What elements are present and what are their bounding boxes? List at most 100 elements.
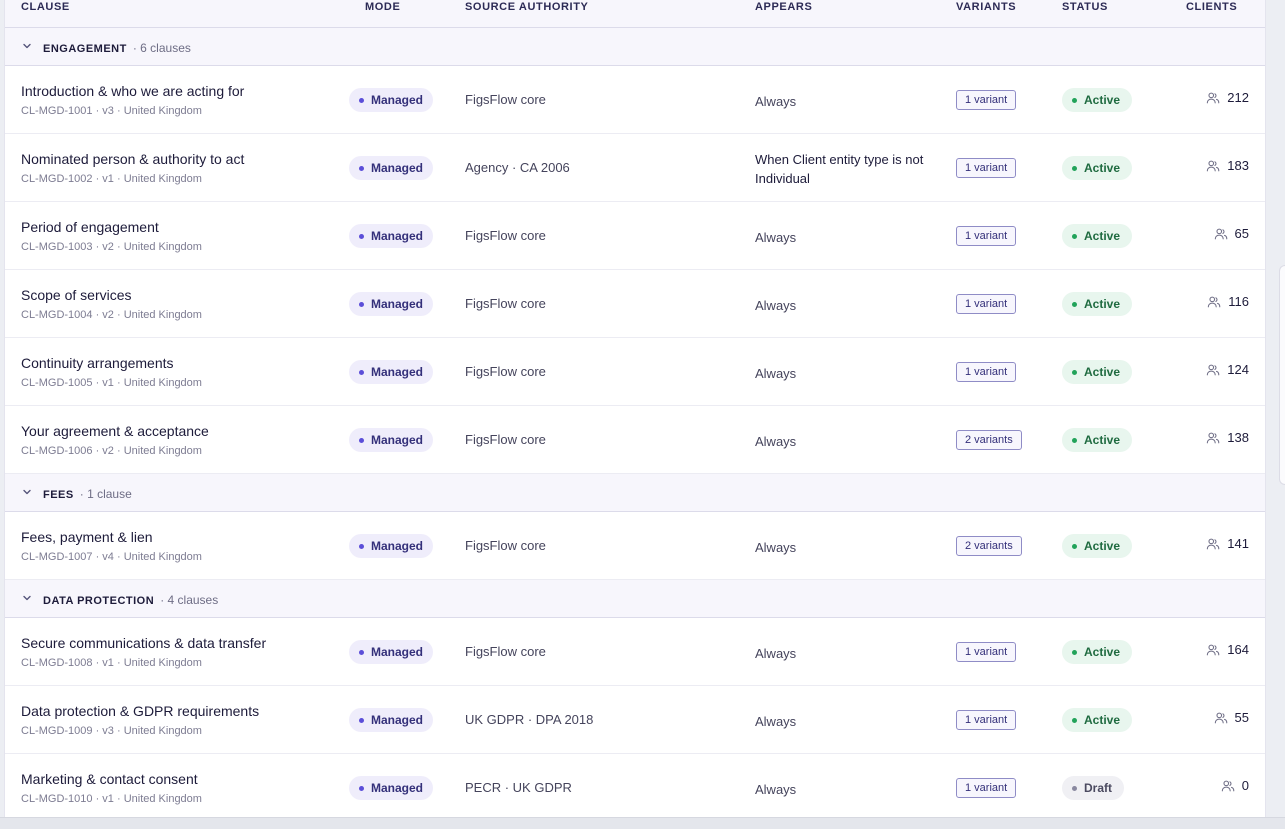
clients-count: 183 [1206, 158, 1249, 173]
table-row[interactable]: Data protection & GDPR requirements CL-MG… [5, 686, 1265, 754]
clause-meta: CL-MGD-1004 · v2 · United Kingdom [21, 309, 202, 321]
users-icon [1207, 644, 1220, 655]
col-header-appears[interactable]: APPEARS [755, 0, 812, 14]
users-icon [1207, 92, 1220, 103]
group-header-2[interactable]: DATA PROTECTION · 4 clauses [5, 580, 1265, 618]
mode-badge: Managed [349, 534, 434, 558]
clause-title[interactable]: Nominated person & authority to act [21, 151, 244, 167]
horizontal-scrollbar[interactable] [0, 817, 1285, 829]
col-header-source[interactable]: SOURCE AUTHORITY [465, 0, 588, 14]
clients-count: 0 [1221, 778, 1249, 793]
clients-count: 164 [1206, 642, 1249, 657]
col-header-clients[interactable]: CLIENTS [1186, 0, 1237, 14]
clause-meta: CL-MGD-1005 · v1 · United Kingdom [21, 377, 202, 389]
appears-rule: Always [755, 230, 797, 245]
variants-badge[interactable]: 1 variant [956, 778, 1017, 798]
appears-rule: Always [755, 540, 797, 555]
table-row[interactable]: Nominated person & authority to act CL-MG… [5, 134, 1265, 202]
table-row[interactable]: Scope of services CL-MGD-1004 · v2 · Unit… [5, 270, 1265, 338]
clients-count: 138 [1206, 430, 1249, 445]
table-header: CLAUSE MODE SOURCE AUTHORITY APPEARS VAR… [5, 0, 1265, 28]
clause-title[interactable]: Introduction & who we are acting for [21, 83, 244, 99]
clients-count: 116 [1207, 294, 1249, 309]
mode-badge: Managed [349, 156, 434, 180]
clause-meta: CL-MGD-1001 · v3 · United Kingdom [21, 105, 202, 117]
variants-badge[interactable]: 2 variants [956, 536, 1022, 556]
col-header-mode[interactable]: MODE [365, 0, 400, 14]
source-authority: FigsFlow core [465, 296, 546, 311]
clients-count: 65 [1214, 226, 1249, 241]
users-icon [1208, 296, 1221, 307]
col-header-clause[interactable]: CLAUSE [21, 0, 70, 14]
table-row[interactable]: Continuity arrangements CL-MGD-1005 · v1 … [5, 338, 1265, 406]
clause-title[interactable]: Data protection & GDPR requirements [21, 703, 259, 719]
table-row[interactable]: Secure communications & data transfer CL-… [5, 618, 1265, 686]
clause-title[interactable]: Continuity arrangements [21, 355, 174, 371]
mode-badge: Managed [349, 360, 434, 384]
table-row[interactable]: Marketing & contact consent CL-MGD-1010 ·… [5, 754, 1265, 817]
source-authority: UK GDPR · DPA 2018 [465, 712, 594, 727]
status-badge: Active [1062, 292, 1133, 316]
appears-rule: Always [755, 434, 797, 449]
chevron-down-icon[interactable] [21, 486, 33, 498]
variants-badge[interactable]: 1 variant [956, 158, 1017, 178]
group-header-1[interactable]: FEES · 1 clause [5, 474, 1265, 512]
mode-badge: Managed [349, 640, 434, 664]
clause-meta: CL-MGD-1010 · v1 · United Kingdom [21, 793, 202, 805]
clients-count: 212 [1206, 90, 1249, 105]
status-badge: Active [1062, 224, 1133, 248]
variants-badge[interactable]: 1 variant [956, 710, 1017, 730]
source-authority: FigsFlow core [465, 364, 546, 379]
table-row[interactable]: Your agreement & acceptance CL-MGD-1006 ·… [5, 406, 1265, 474]
table-row[interactable]: Fees, payment & lien CL-MGD-1007 · v4 · U… [5, 512, 1265, 580]
appears-rule: Always [755, 782, 797, 797]
variants-badge[interactable]: 1 variant [956, 226, 1017, 246]
chevron-down-icon[interactable] [21, 592, 33, 604]
group-count: · 4 clauses [160, 593, 219, 607]
clause-meta: CL-MGD-1002 · v1 · United Kingdom [21, 173, 202, 185]
clause-meta: CL-MGD-1003 · v2 · United Kingdom [21, 241, 202, 253]
status-badge: Active [1062, 428, 1133, 452]
clause-meta: CL-MGD-1008 · v1 · United Kingdom [21, 657, 202, 669]
col-header-variants[interactable]: VARIANTS [956, 0, 1016, 14]
clause-title[interactable]: Secure communications & data transfer [21, 635, 266, 651]
variants-badge[interactable]: 2 variants [956, 430, 1022, 450]
table-row[interactable]: Introduction & who we are acting for CL-M… [5, 66, 1265, 134]
status-badge: Active [1062, 156, 1133, 180]
chevron-down-icon[interactable] [21, 40, 33, 52]
group-name: DATA PROTECTION · 4 clauses [43, 593, 219, 607]
clause-title[interactable]: Your agreement & acceptance [21, 423, 209, 439]
appears-rule: When Client entity type is not Individua… [755, 152, 924, 186]
variants-badge[interactable]: 1 variant [956, 362, 1017, 382]
status-badge: Active [1062, 360, 1133, 384]
clause-title[interactable]: Scope of services [21, 287, 132, 303]
status-badge: Active [1062, 640, 1133, 664]
group-count: · 1 clause [79, 487, 132, 501]
mode-badge: Managed [349, 224, 434, 248]
source-authority: FigsFlow core [465, 432, 546, 447]
mode-badge: Managed [349, 88, 434, 112]
table-row[interactable]: Period of engagement CL-MGD-1003 · v2 · U… [5, 202, 1265, 270]
source-authority: FigsFlow core [465, 228, 546, 243]
group-header-0[interactable]: ENGAGEMENT · 6 clauses [5, 28, 1265, 66]
mode-badge: Managed [349, 292, 434, 316]
clause-title[interactable]: Marketing & contact consent [21, 771, 198, 787]
clause-title[interactable]: Fees, payment & lien [21, 529, 153, 545]
col-header-status[interactable]: STATUS [1062, 0, 1108, 14]
variants-badge[interactable]: 1 variant [956, 294, 1017, 314]
source-authority: FigsFlow core [465, 538, 546, 553]
clause-title[interactable]: Period of engagement [21, 219, 159, 235]
users-icon [1207, 432, 1220, 443]
group-count: · 6 clauses [132, 41, 191, 55]
clause-meta: CL-MGD-1006 · v2 · United Kingdom [21, 445, 202, 457]
mode-badge: Managed [349, 708, 434, 732]
variants-badge[interactable]: 1 variant [956, 642, 1017, 662]
group-name: ENGAGEMENT · 6 clauses [43, 41, 191, 55]
side-panel-handle[interactable] [1279, 265, 1285, 485]
appears-rule: Always [755, 298, 797, 313]
status-badge: Active [1062, 88, 1133, 112]
variants-badge[interactable]: 1 variant [956, 90, 1017, 110]
appears-rule: Always [755, 646, 797, 661]
clients-count: 55 [1214, 710, 1249, 725]
clause-meta: CL-MGD-1007 · v4 · United Kingdom [21, 551, 202, 563]
